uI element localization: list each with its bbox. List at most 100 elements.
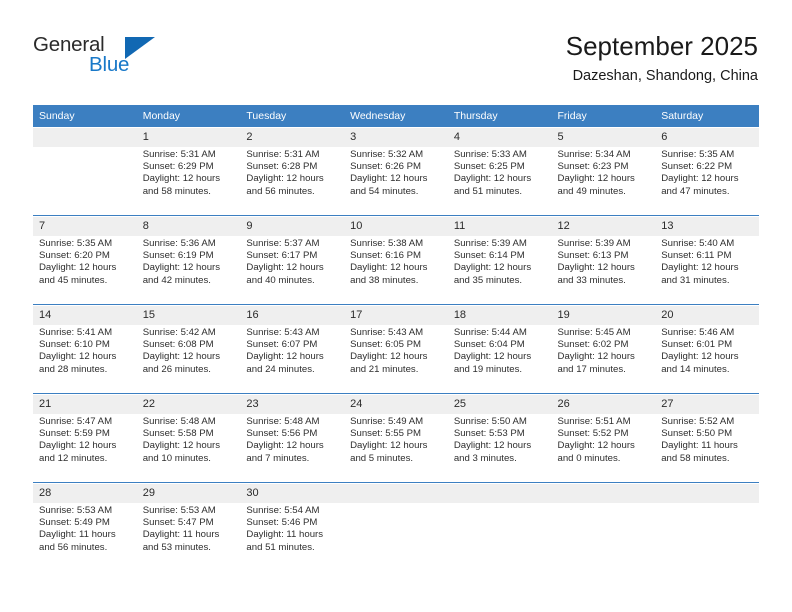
calendar-day-cell[interactable]: 10 Sunrise: 5:38 AM Sunset: 6:16 PM Dayligh…	[344, 215, 448, 305]
day-detail-sunset: Sunset: 5:56 PM	[246, 428, 318, 440]
calendar-day-cell[interactable]: 6 Sunrise: 5:35 AM Sunset: 6:22 PM Daylight…	[655, 126, 759, 216]
day-detail-daylight-line1: Daylight: 12 hours	[453, 440, 532, 452]
day-details: Sunrise: 5:39 AM Sunset: 6:14 PM Daylight:…	[448, 236, 552, 287]
calendar-day-cell[interactable]: 29 Sunrise: 5:53 AM Sunset: 5:47 PM Dayligh…	[136, 482, 241, 571]
calendar-day-cell[interactable]: 9 Sunrise: 5:37 AM Sunset: 6:17 PM Daylight…	[240, 215, 345, 305]
calendar-day-cell[interactable]: 20 Sunrise: 5:46 AM Sunset: 6:01 PM Dayligh…	[655, 304, 759, 394]
day-number: 26	[551, 395, 656, 414]
day-detail-sunset: Sunset: 6:19 PM	[142, 250, 214, 262]
calendar-day-cell[interactable]: 22 Sunrise: 5:48 AM Sunset: 5:58 PM Dayligh…	[136, 393, 241, 483]
weekday-header-tuesday: Tuesday	[240, 105, 345, 127]
calendar-day-cell[interactable]: 2 Sunrise: 5:31 AM Sunset: 6:28 PM Daylight…	[240, 126, 345, 216]
day-detail-sunset: Sunset: 6:08 PM	[142, 339, 214, 351]
calendar-day-cell[interactable]: 16 Sunrise: 5:43 AM Sunset: 6:07 PM Dayligh…	[240, 304, 345, 394]
day-detail-daylight-line1: Daylight: 11 hours	[246, 529, 324, 541]
day-detail-sunrise: Sunrise: 5:50 AM	[453, 416, 527, 427]
day-details: Sunrise: 5:31 AM Sunset: 6:29 PM Daylight:…	[137, 147, 241, 198]
day-detail-sunset: Sunset: 6:16 PM	[350, 250, 422, 262]
day-detail-daylight-line1: Daylight: 11 hours	[39, 529, 116, 541]
day-detail-daylight-line1: Daylight: 12 hours	[557, 440, 635, 452]
day-detail-daylight-line1: Daylight: 12 hours	[142, 173, 221, 185]
day-detail-sunset: Sunset: 6:01 PM	[661, 339, 733, 351]
calendar-body: 1 Sunrise: 5:31 AM Sunset: 6:29 PM Daylight…	[33, 126, 759, 571]
day-detail-daylight-line1: Daylight: 12 hours	[39, 262, 117, 274]
day-details: Sunrise: 5:47 AM Sunset: 5:59 PM Daylight:…	[33, 414, 137, 465]
day-number: 21	[33, 395, 137, 414]
weekday-header-thursday: Thursday	[447, 105, 552, 127]
day-number	[344, 484, 448, 503]
day-detail-sunrise: Sunrise: 5:45 AM	[557, 327, 631, 338]
calendar-day-cell-empty	[447, 482, 552, 571]
day-detail-sunrise: Sunrise: 5:39 AM	[557, 238, 631, 249]
day-cell-inner: 29 Sunrise: 5:53 AM Sunset: 5:47 PM Dayligh…	[136, 483, 241, 571]
calendar-day-cell[interactable]: 19 Sunrise: 5:45 AM Sunset: 6:02 PM Dayligh…	[551, 304, 656, 394]
calendar-day-cell[interactable]: 24 Sunrise: 5:49 AM Sunset: 5:55 PM Dayligh…	[344, 393, 448, 483]
day-number: 19	[551, 306, 656, 325]
day-detail-daylight-line2: and 7 minutes.	[246, 452, 310, 464]
calendar-day-cell[interactable]: 23 Sunrise: 5:48 AM Sunset: 5:56 PM Dayligh…	[240, 393, 345, 483]
calendar-day-cell[interactable]: 26 Sunrise: 5:51 AM Sunset: 5:52 PM Dayligh…	[551, 393, 656, 483]
day-detail-daylight-line1: Daylight: 11 hours	[661, 440, 738, 452]
day-number: 7	[33, 217, 137, 236]
day-detail-sunset: Sunset: 6:23 PM	[557, 161, 629, 173]
day-details: Sunrise: 5:38 AM Sunset: 6:16 PM Daylight:…	[344, 236, 448, 287]
day-cell-inner: 13 Sunrise: 5:40 AM Sunset: 6:11 PM Dayligh…	[655, 216, 759, 304]
calendar-day-cell[interactable]: 5 Sunrise: 5:34 AM Sunset: 6:23 PM Daylight…	[551, 126, 656, 216]
calendar-grid: Sunday Monday Tuesday Wednesday Thursday…	[33, 105, 759, 571]
calendar-day-cell[interactable]: 27 Sunrise: 5:52 AM Sunset: 5:50 PM Dayligh…	[655, 393, 759, 483]
calendar-day-cell[interactable]: 18 Sunrise: 5:44 AM Sunset: 6:04 PM Dayligh…	[447, 304, 552, 394]
day-detail-sunset: Sunset: 5:52 PM	[557, 428, 629, 440]
day-number: 25	[447, 395, 552, 414]
calendar-day-cell[interactable]: 28 Sunrise: 5:53 AM Sunset: 5:49 PM Dayligh…	[33, 482, 137, 571]
day-number: 28	[33, 484, 137, 503]
day-detail-sunrise: Sunrise: 5:51 AM	[557, 416, 631, 427]
brand-logo[interactable]: General Blue	[33, 33, 213, 81]
day-cell-inner: 24 Sunrise: 5:49 AM Sunset: 5:55 PM Dayligh…	[344, 394, 448, 482]
day-number: 9	[240, 217, 345, 236]
day-cell-inner: 22 Sunrise: 5:48 AM Sunset: 5:58 PM Dayligh…	[136, 394, 241, 482]
day-number: 30	[240, 484, 345, 503]
calendar-day-cell[interactable]: 30 Sunrise: 5:54 AM Sunset: 5:46 PM Dayligh…	[240, 482, 345, 571]
day-cell-inner: 5 Sunrise: 5:34 AM Sunset: 6:23 PM Daylight…	[551, 127, 656, 215]
calendar-day-cell[interactable]: 25 Sunrise: 5:50 AM Sunset: 5:53 PM Dayligh…	[447, 393, 552, 483]
day-detail-daylight-line2: and 40 minutes.	[246, 274, 315, 286]
day-detail-sunset: Sunset: 6:29 PM	[142, 161, 214, 173]
day-number: 23	[240, 395, 345, 414]
day-cell-inner: 17 Sunrise: 5:43 AM Sunset: 6:05 PM Dayligh…	[344, 305, 448, 393]
day-detail-sunset: Sunset: 5:47 PM	[142, 517, 214, 529]
day-number: 27	[655, 395, 759, 414]
calendar-day-cell[interactable]: 15 Sunrise: 5:42 AM Sunset: 6:08 PM Dayligh…	[136, 304, 241, 394]
calendar-day-cell[interactable]: 4 Sunrise: 5:33 AM Sunset: 6:25 PM Daylight…	[447, 126, 552, 216]
day-detail-sunset: Sunset: 6:22 PM	[661, 161, 733, 173]
day-number: 4	[447, 128, 552, 147]
day-detail-sunset: Sunset: 6:26 PM	[350, 161, 422, 173]
calendar-day-cell[interactable]: 14 Sunrise: 5:41 AM Sunset: 6:10 PM Dayligh…	[33, 304, 137, 394]
day-detail-daylight-line2: and 51 minutes.	[246, 541, 315, 553]
day-detail-sunset: Sunset: 5:46 PM	[246, 517, 318, 529]
calendar-day-cell[interactable]: 12 Sunrise: 5:39 AM Sunset: 6:13 PM Dayligh…	[551, 215, 656, 305]
day-number	[551, 484, 656, 503]
calendar-day-cell[interactable]: 11 Sunrise: 5:39 AM Sunset: 6:14 PM Dayligh…	[447, 215, 552, 305]
calendar-day-cell[interactable]: 17 Sunrise: 5:43 AM Sunset: 6:05 PM Dayligh…	[344, 304, 448, 394]
calendar-day-cell[interactable]: 3 Sunrise: 5:32 AM Sunset: 6:26 PM Daylight…	[344, 126, 448, 216]
day-cell-inner: 21 Sunrise: 5:47 AM Sunset: 5:59 PM Dayligh…	[33, 394, 137, 482]
day-detail-sunset: Sunset: 6:25 PM	[453, 161, 525, 173]
day-detail-daylight-line1: Daylight: 12 hours	[246, 440, 324, 452]
day-detail-sunrise: Sunrise: 5:54 AM	[246, 505, 320, 516]
day-cell-inner: 6 Sunrise: 5:35 AM Sunset: 6:22 PM Daylight…	[655, 127, 759, 215]
calendar-day-cell[interactable]: 1 Sunrise: 5:31 AM Sunset: 6:29 PM Daylight…	[136, 126, 241, 216]
day-detail-sunset: Sunset: 6:10 PM	[39, 339, 110, 351]
day-details: Sunrise: 5:54 AM Sunset: 5:46 PM Daylight:…	[240, 503, 344, 554]
day-number: 17	[344, 306, 448, 325]
day-number: 12	[551, 217, 656, 236]
calendar-day-cell[interactable]: 13 Sunrise: 5:40 AM Sunset: 6:11 PM Dayligh…	[655, 215, 759, 305]
calendar-day-cell-empty	[551, 482, 656, 571]
day-details: Sunrise: 5:43 AM Sunset: 6:05 PM Daylight:…	[344, 325, 448, 376]
calendar-day-cell[interactable]: 7 Sunrise: 5:35 AM Sunset: 6:20 PM Daylight…	[33, 215, 137, 305]
day-details: Sunrise: 5:48 AM Sunset: 5:58 PM Daylight:…	[137, 414, 241, 465]
day-detail-daylight-line2: and 3 minutes.	[453, 452, 517, 464]
day-detail-daylight-line1: Daylight: 12 hours	[142, 440, 221, 452]
day-detail-daylight-line2: and 35 minutes.	[453, 274, 523, 286]
calendar-day-cell[interactable]: 8 Sunrise: 5:36 AM Sunset: 6:19 PM Daylight…	[136, 215, 241, 305]
calendar-day-cell[interactable]: 21 Sunrise: 5:47 AM Sunset: 5:59 PM Dayligh…	[33, 393, 137, 483]
